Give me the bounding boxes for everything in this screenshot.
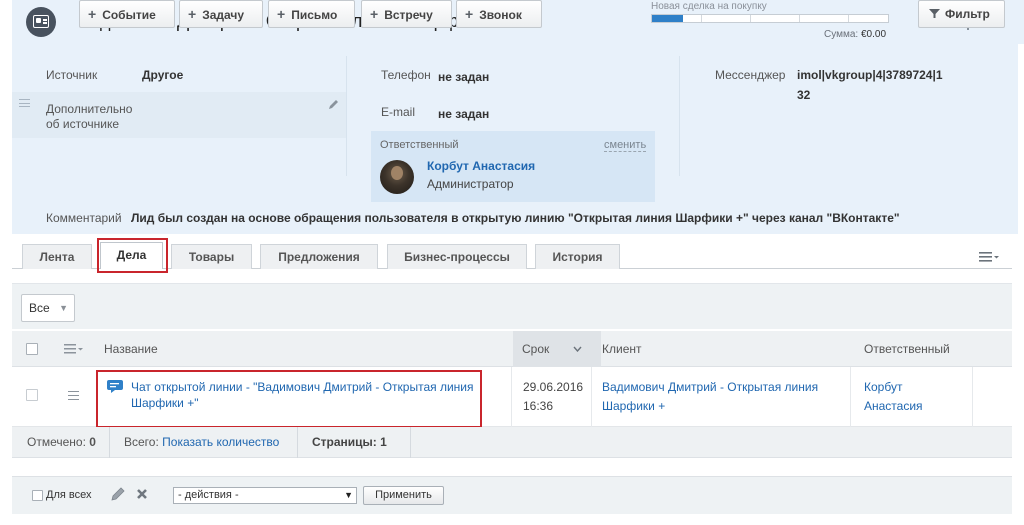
select-all-label: Все [29, 301, 50, 315]
filter-button[interactable]: Фильтр [918, 0, 1005, 28]
select-all-dropdown[interactable]: Все ▼ [21, 294, 75, 322]
comment-value[interactable]: Лид был создан на основе обращения польз… [131, 211, 900, 225]
additional-label: Дополнительно [46, 102, 133, 116]
grid-header [12, 331, 1012, 367]
plus-icon: + [88, 6, 97, 22]
change-responsible-link[interactable]: сменить [604, 139, 647, 152]
edit-pencil-icon[interactable] [328, 99, 339, 110]
actions-select[interactable]: - действия - ▼ [173, 487, 357, 504]
add-email-label: Письмо [291, 8, 338, 22]
show-count-link[interactable]: Показать количество [162, 435, 279, 449]
select-all-checkbox[interactable] [26, 343, 38, 355]
for-all-label[interactable]: Для всех [46, 489, 91, 501]
row-checkbox[interactable] [26, 389, 38, 401]
caret-down-icon: ▼ [59, 303, 68, 313]
drag-handle-icon[interactable] [19, 99, 30, 107]
email-value[interactable]: не задан [438, 107, 489, 121]
add-call-label: Звонок [479, 8, 522, 22]
caret-down-icon: ▼ [344, 490, 353, 500]
activity-time: 16:36 [523, 399, 554, 413]
deal-stage-label[interactable]: Новая сделка на покупку [651, 1, 767, 12]
tab-quotes[interactable]: Предложения [260, 244, 378, 269]
total-label: Всего: [124, 435, 159, 449]
sort-chevron-icon[interactable] [573, 346, 582, 352]
tab-business-processes[interactable]: Бизнес-процессы [387, 244, 527, 269]
column-deadline[interactable]: Срок [522, 342, 549, 356]
source-value[interactable]: Другое [142, 68, 183, 82]
responsible-name[interactable]: Корбут Анастасия [427, 159, 535, 173]
column-settings-icon[interactable] [64, 344, 84, 354]
client-link-2[interactable]: Шарфики + [602, 399, 665, 413]
actions-select-value: - действия - [178, 489, 239, 501]
add-event-button[interactable]: + Событие [79, 0, 175, 28]
add-call-button[interactable]: + Звонок [456, 0, 542, 28]
for-all-checkbox[interactable] [32, 490, 43, 501]
activities-toolbar [12, 283, 1012, 329]
add-event-label: Событие [102, 8, 156, 22]
highlight-row-frame [96, 370, 482, 428]
add-meeting-label: Встречу [384, 8, 433, 22]
responsible-label: Ответственный [380, 139, 459, 151]
messenger-value-2[interactable]: 32 [797, 88, 810, 102]
plus-icon: + [277, 6, 286, 22]
highlight-tab-frame [97, 238, 168, 273]
client-link[interactable]: Вадимович Дмитрий - Открытая линия [602, 380, 818, 394]
edit-pencil-icon[interactable] [110, 486, 126, 502]
row-menu-icon[interactable] [68, 391, 79, 400]
responsible-role: Администратор [427, 177, 514, 191]
phone-label: Телефон [381, 68, 431, 82]
tab-feed[interactable]: Лента [22, 244, 92, 269]
pages-count: Страницы: 1 [312, 435, 387, 449]
responsible-link[interactable]: Корбут [864, 380, 902, 394]
deal-sum: Сумма: €0.00 [824, 29, 886, 40]
apply-button[interactable]: Применить [363, 486, 444, 505]
contact-card-icon [26, 7, 56, 37]
pages-value: 1 [380, 435, 387, 449]
plus-icon: + [188, 6, 197, 22]
messenger-label: Мессенджер [715, 68, 786, 82]
deal-sum-value: €0.00 [860, 29, 887, 40]
add-task-button[interactable]: + Задачу [179, 0, 263, 28]
deal-sum-label: Сумма: [824, 29, 859, 40]
filter-icon [929, 9, 940, 18]
responsible-box: Ответственный сменить Корбут Анастасия А… [371, 131, 655, 202]
activity-date: 29.06.2016 [523, 380, 584, 394]
checked-label: Отмечено: [27, 435, 86, 449]
comment-label: Комментарий [46, 211, 122, 225]
tabs-menu-icon[interactable] [979, 252, 1001, 262]
group-actions-bar [12, 476, 1012, 514]
phone-value[interactable]: не задан [438, 70, 489, 84]
avatar[interactable] [380, 160, 414, 194]
responsible-link-2[interactable]: Анастасия [864, 399, 923, 413]
deal-progress-bar[interactable] [651, 14, 889, 23]
plus-icon: + [370, 6, 379, 22]
column-responsible[interactable]: Ответственный [864, 342, 950, 356]
filter-label: Фильтр [945, 7, 990, 21]
tab-history[interactable]: История [535, 244, 620, 269]
pages-label: Страницы: [312, 435, 377, 449]
add-meeting-button[interactable]: + Встречу [361, 0, 452, 28]
add-task-label: Задачу [202, 8, 245, 22]
messenger-value[interactable]: imol|vkgroup|4|3789724|1 [797, 68, 943, 82]
email-label: E-mail [381, 105, 416, 119]
additional-label-2: об источнике [46, 117, 119, 131]
checked-count: Отмечено: 0 [27, 435, 96, 449]
add-email-button[interactable]: + Письмо [268, 0, 355, 28]
column-client[interactable]: Клиент [602, 342, 642, 356]
tab-products[interactable]: Товары [171, 244, 252, 269]
deal-progress-fill [652, 15, 683, 22]
delete-cross-icon[interactable] [136, 488, 148, 500]
source-label: Источник [46, 68, 98, 82]
checked-value: 0 [89, 435, 96, 449]
plus-icon: + [465, 6, 474, 22]
column-title[interactable]: Название [104, 342, 158, 356]
total-count: Всего: Показать количество [124, 435, 279, 449]
